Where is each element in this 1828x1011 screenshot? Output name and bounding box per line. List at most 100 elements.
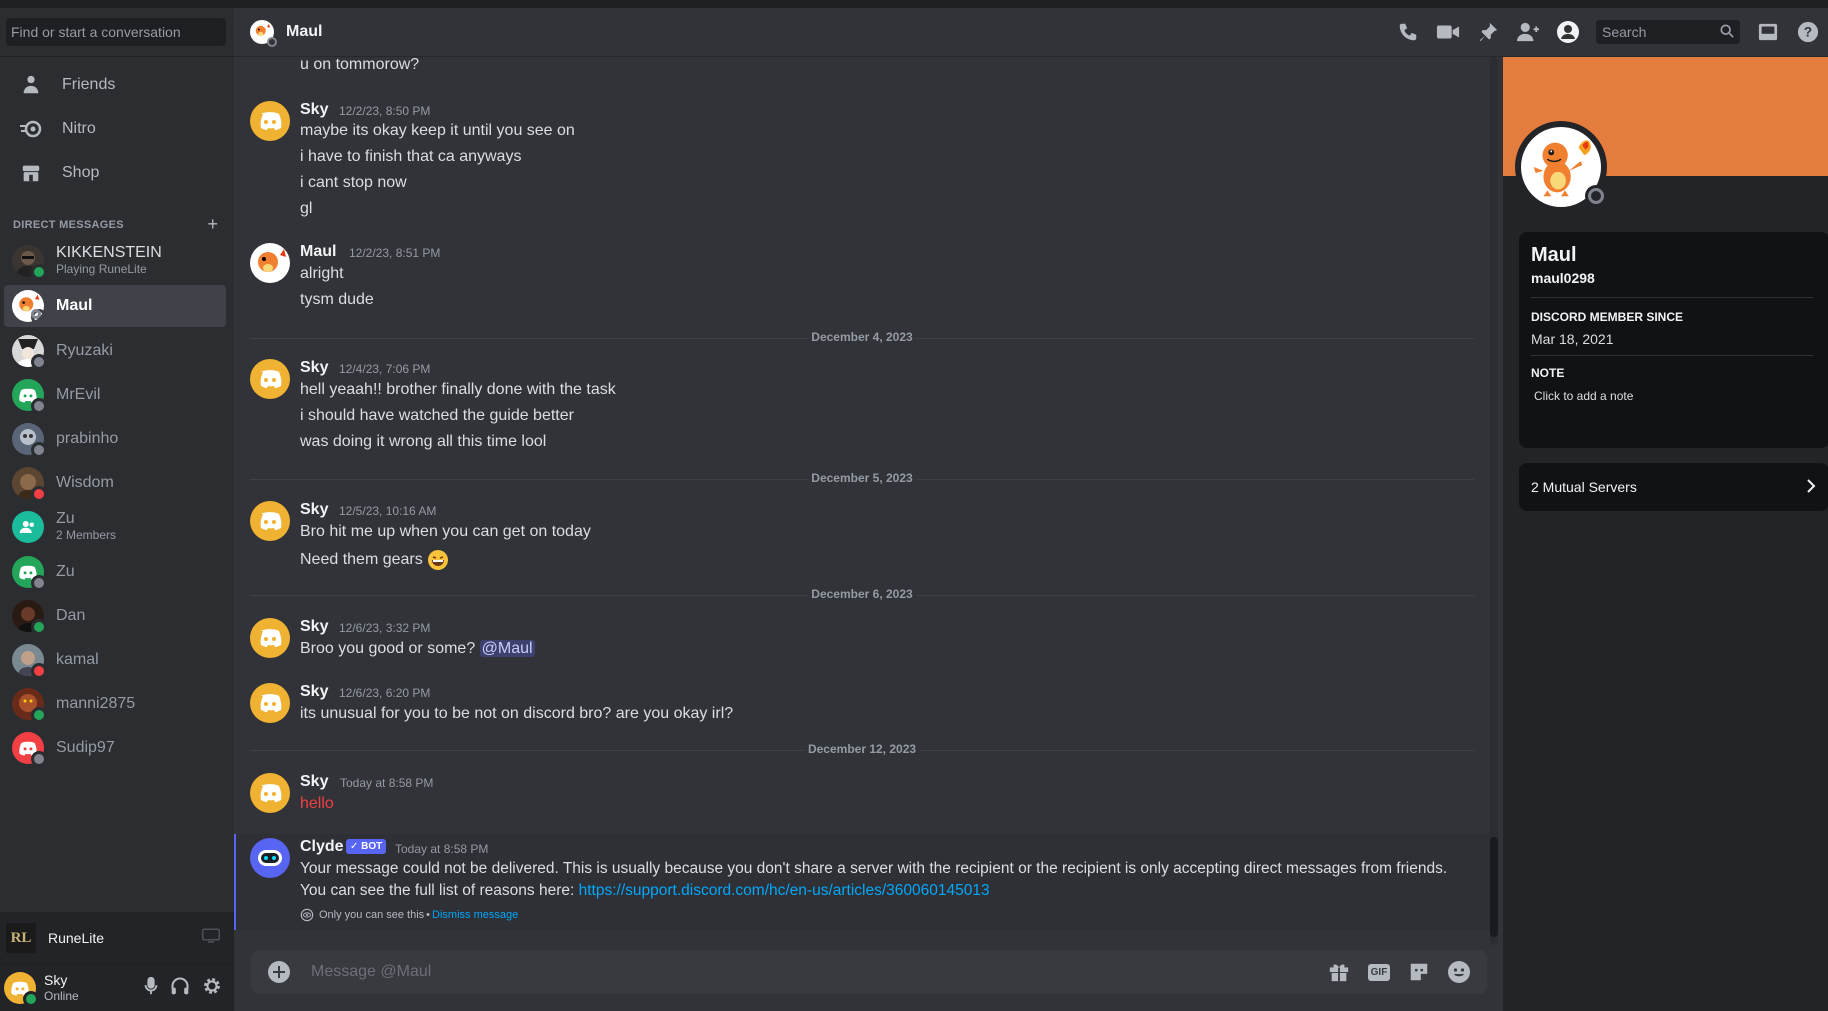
gif-icon[interactable]: GIF <box>1365 958 1393 986</box>
stream-icon[interactable] <box>202 928 220 949</box>
message-timestamp: 12/6/23, 3:32 PM <box>339 621 431 635</box>
avatar[interactable] <box>250 501 290 541</box>
nav-friends[interactable]: Friends <box>8 64 226 106</box>
message-text: maybe its okay keep it until you see on <box>300 122 575 139</box>
nav-label: Nitro <box>62 120 96 137</box>
status-online-indicator <box>31 619 47 635</box>
message-text: alright <box>300 265 344 282</box>
nav-label: Friends <box>62 76 116 93</box>
message-composer[interactable]: Message @Maul GIF <box>251 950 1487 994</box>
avatar[interactable] <box>250 618 290 658</box>
nav-nitro[interactable]: Nitro <box>8 108 226 150</box>
pin-icon[interactable] <box>1476 20 1500 44</box>
mutual-servers-button[interactable]: 2 Mutual Servers <box>1519 463 1828 511</box>
member-since-label: DISCORD MEMBER SINCE <box>1531 310 1684 324</box>
header-avatar <box>250 20 277 47</box>
dm-name: MrEvil <box>56 386 101 403</box>
headphones-icon[interactable] <box>170 976 190 1001</box>
message-author[interactable]: Sky <box>300 773 328 791</box>
dm-name: Sudip97 <box>56 739 115 756</box>
dm-item-prabinho[interactable]: prabinho <box>4 418 226 460</box>
scrollbar-thumb[interactable] <box>1490 837 1498 937</box>
clyde-avatar[interactable] <box>250 838 290 878</box>
dm-item-dan[interactable]: Dan <box>4 595 226 637</box>
find-conversation-button[interactable]: Find or start a conversation <box>6 18 226 46</box>
message-timestamp: 12/2/23, 8:51 PM <box>349 246 441 260</box>
attach-plus-icon[interactable] <box>265 958 293 986</box>
create-dm-button[interactable]: + <box>207 214 218 235</box>
dm-item-maul[interactable]: Maul <box>4 285 226 327</box>
activity-bar[interactable]: RL RuneLite <box>0 912 234 965</box>
call-icon[interactable] <box>1396 20 1420 44</box>
add-friend-icon[interactable] <box>1516 20 1540 44</box>
user-mention[interactable]: @Maul <box>479 640 535 657</box>
search-placeholder: Search <box>1602 24 1647 40</box>
profile-divider <box>1531 297 1813 298</box>
message-input[interactable]: Message @Maul <box>311 963 1319 981</box>
dm-item-zu[interactable]: Zu <box>4 551 226 593</box>
dm-name: kamal <box>56 651 99 668</box>
dm-item-kamal[interactable]: kamal <box>4 639 226 681</box>
microphone-icon[interactable] <box>144 976 158 1001</box>
message-text: u on tommorow? <box>300 57 420 73</box>
avatar <box>12 335 47 370</box>
profile-divider <box>1531 355 1813 356</box>
header-title: Maul <box>286 23 323 40</box>
avatar[interactable] <box>250 101 290 141</box>
avatar[interactable] <box>250 683 290 723</box>
nitro-icon <box>16 117 46 141</box>
date-divider: December 4, 2023 <box>250 330 1474 344</box>
message-author[interactable]: Maul <box>300 243 336 261</box>
dm-name: Maul <box>56 297 93 314</box>
avatar[interactable] <box>250 773 290 813</box>
message-author[interactable]: Sky <box>300 618 328 636</box>
status-offline-indicator <box>31 354 47 370</box>
message-text: Your message could not be delivered. Thi… <box>300 860 1448 877</box>
sidebar-divider <box>0 56 234 57</box>
dismiss-message-link[interactable]: Dismiss message <box>432 909 518 921</box>
dm-sidebar: Find or start a conversation Friends Nit… <box>0 8 234 1011</box>
user-avatar[interactable] <box>4 972 39 1007</box>
support-link[interactable]: https://support.discord.com/hc/en-us/art… <box>579 882 990 899</box>
status-offline-indicator <box>31 398 47 414</box>
chat-scrollbar[interactable] <box>1490 57 1498 945</box>
message-text: Bro hit me up when you can get on today <box>300 523 591 540</box>
dm-item-ryuzaki[interactable]: Ryuzaki <box>4 330 226 372</box>
avatar[interactable] <box>250 243 290 283</box>
avatar[interactable] <box>250 359 290 399</box>
note-input[interactable]: Click to add a note <box>1534 389 1633 403</box>
video-icon[interactable] <box>1436 20 1460 44</box>
message-timestamp: 12/4/23, 7:06 PM <box>339 362 431 376</box>
message-author[interactable]: Sky <box>300 359 328 377</box>
help-icon[interactable]: ? <box>1796 20 1820 44</box>
message-author[interactable]: Sky <box>300 501 328 519</box>
dm-item-zu-group[interactable]: Zu 2 Members <box>4 506 226 548</box>
profile-info-card: Maul maul0298 DISCORD MEMBER SINCE Mar 1… <box>1519 232 1828 448</box>
message-text: i should have watched the guide better <box>300 407 574 424</box>
message-author[interactable]: Clyde <box>300 838 344 856</box>
window-top-strip <box>0 0 1828 8</box>
sticker-icon[interactable] <box>1405 958 1433 986</box>
date-divider-label: December 12, 2023 <box>803 742 921 756</box>
user-status: Online <box>44 989 79 1003</box>
avatar <box>12 379 47 414</box>
dm-item-mrevil[interactable]: MrEvil <box>4 374 226 416</box>
message-author[interactable]: Sky <box>300 101 328 119</box>
direct-messages-label: DIRECT MESSAGES <box>13 218 124 231</box>
header-search-input[interactable]: Search <box>1596 20 1740 44</box>
profile-status-offline-indicator <box>1585 185 1607 207</box>
avatar <box>12 732 47 767</box>
message-text-row: Broo you good or some? @Maul <box>300 640 535 658</box>
settings-gear-icon[interactable] <box>202 976 222 1001</box>
dm-item-wisdom[interactable]: Wisdom <box>4 462 226 504</box>
gift-icon[interactable] <box>1325 958 1353 986</box>
message-author[interactable]: Sky <box>300 683 328 701</box>
profile-toggle-icon[interactable] <box>1556 20 1580 44</box>
nav-shop[interactable]: Shop <box>8 152 226 194</box>
inbox-icon[interactable] <box>1756 20 1780 44</box>
avatar <box>12 644 47 679</box>
dm-item-manni2875[interactable]: manni2875 <box>4 683 226 725</box>
emoji-icon[interactable] <box>1445 958 1473 986</box>
dm-item-sudip97[interactable]: Sudip97 <box>4 727 226 769</box>
dm-item-kikkenstein[interactable]: KIKKENSTEIN Playing RuneLite <box>4 240 226 282</box>
